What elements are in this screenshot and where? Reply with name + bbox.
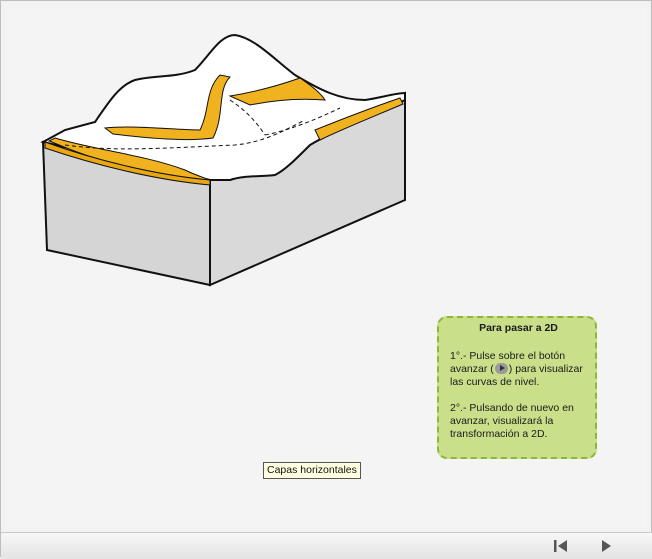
skip-to-start-icon[interactable] [551, 539, 569, 553]
tooltip: Capas horizontales [263, 462, 361, 479]
navigation-bar [1, 532, 652, 559]
play-icon [494, 363, 508, 374]
app-frame: Para pasar a 2D 1°.- Pulse sobre el botó… [0, 0, 652, 559]
info-step-1: 1°.- Pulse sobre el botón avanzar () par… [450, 350, 587, 389]
play-next-icon[interactable] [597, 539, 615, 553]
info-title: Para pasar a 2D [479, 322, 558, 334]
info-panel: Para pasar a 2D 1°.- Pulse sobre el botó… [437, 316, 597, 459]
info-step-2: 2°.- Pulsando de nuevo en avanzar, visua… [450, 402, 574, 440]
terrain-block-diagram [40, 33, 406, 287]
stage: Para pasar a 2D 1°.- Pulse sobre el botó… [5, 5, 647, 529]
